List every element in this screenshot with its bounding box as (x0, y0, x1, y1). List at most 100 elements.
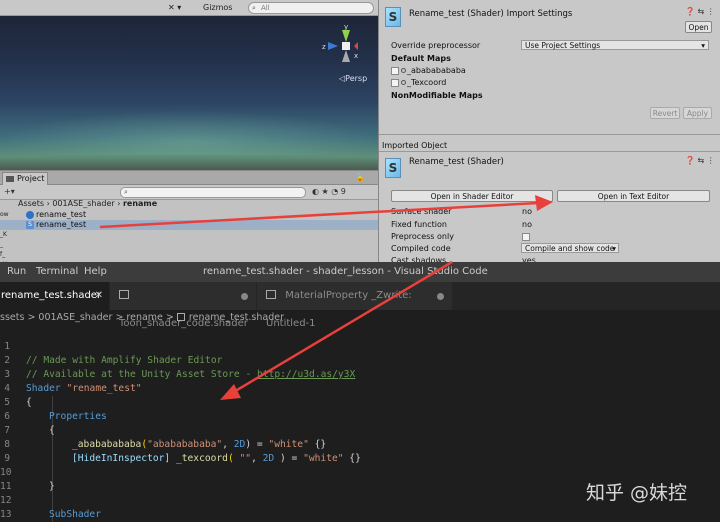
crumb-sep: > (112, 312, 127, 323)
crumb-sep: > (24, 312, 39, 323)
screenshot-root: ✕ ▾ Gizmos ⌕ All y z x ◁Persp Project 🔒 (0, 0, 720, 522)
truncated-text: _K (0, 231, 7, 238)
asset-row-shader[interactable]: S rename_test (0, 220, 378, 230)
tab-toon-shader-code[interactable]: Toon_shader_code.shader (110, 282, 257, 329)
close-icon[interactable]: ✕ (95, 282, 103, 310)
truncated-text: _ (0, 241, 3, 248)
code-line: 4 { (0, 368, 720, 408)
import-settings-title: Rename_test (Shader) Import Settings (409, 9, 573, 19)
vscode-titlebar: Run Terminal Help rename_test.shader - s… (0, 262, 720, 282)
default-map-item[interactable]: _abababababa (391, 66, 466, 75)
shader-asset-icon: S (385, 158, 401, 178)
file-icon (119, 290, 129, 299)
tab-rename-test-shader[interactable]: rename_test.shader ✕ (0, 282, 110, 310)
default-maps-label: Default Maps (391, 54, 451, 63)
circle-icon (401, 80, 406, 85)
breadcrumb-sep: › (46, 199, 50, 208)
nonmodifiable-maps-label: NonModifiable Maps (391, 91, 483, 100)
axis-y-label: y (344, 23, 348, 31)
menu-terminal[interactable]: Terminal (36, 266, 78, 277)
axis-z-label: z (322, 43, 326, 51)
code-line: 6 { (0, 396, 720, 436)
compile-show-code-button[interactable]: Compile and show code ▾ (521, 243, 619, 253)
chevron-down-icon: ▾ (701, 41, 705, 50)
search-icon: ⌕ (252, 4, 256, 12)
tab-project[interactable]: Project (2, 172, 48, 185)
map-slot-icon[interactable] (391, 78, 399, 87)
shader-asset-icon: S (385, 7, 401, 27)
create-plus-icon[interactable]: +▾ (4, 187, 15, 196)
project-panel: Project 🔒 +▾ ⌕ ◐ ★ ◔ 9 Assets › 001ASE_s… (0, 170, 378, 268)
crumb[interactable]: ssets (0, 312, 24, 323)
open-button[interactable]: Open (685, 21, 712, 33)
override-preprocessor-label: Override preprocessor (391, 41, 481, 50)
import-settings-header: S Rename_test (Shader) Import Settings ❓… (379, 0, 720, 36)
unsaved-dot-icon[interactable] (437, 293, 444, 300)
fixed-function-label: Fixed function (391, 220, 447, 229)
map-name: _Texcoord (407, 78, 447, 87)
code-line: 9 (0, 438, 720, 464)
scene-search-input[interactable]: ⌕ All (248, 2, 374, 14)
file-icon (266, 290, 276, 299)
header-menu-icons[interactable]: ❓ ⇆ ⋮ (685, 7, 715, 16)
asset-name: rename_test (36, 220, 87, 229)
code-line: 3 Shader "rename_test" (0, 354, 720, 394)
unsaved-dot-icon[interactable] (241, 293, 248, 300)
fixed-function-value: no (522, 220, 532, 229)
project-toolbar: +▾ ⌕ ◐ ★ ◔ 9 (0, 185, 378, 200)
default-map-item[interactable]: _Texcoord (391, 78, 446, 87)
section-divider (379, 134, 720, 135)
project-tab-label: Project (17, 174, 45, 183)
menu-run[interactable]: Run (7, 266, 26, 277)
scene-search-placeholder: All (261, 4, 270, 12)
breadcrumb: Assets › 001ASE_shader › rename (18, 199, 157, 208)
map-slot-icon[interactable] (391, 66, 399, 75)
asset-row-material[interactable]: rename_test (0, 210, 378, 220)
compiled-code-label: Compiled code (391, 244, 451, 253)
scene-gizmo-icon[interactable]: y z x (318, 22, 360, 72)
project-search-input[interactable]: ⌕ (120, 187, 306, 198)
crumb[interactable]: rename_test.shader (189, 312, 284, 323)
unity-scene-view[interactable]: ✕ ▾ Gizmos ⌕ All y z x ◁Persp (0, 0, 378, 170)
open-in-text-editor-button[interactable]: Open in Text Editor (557, 190, 710, 202)
surface-shader-value: no (522, 207, 532, 216)
imported-object-header: S Rename_test (Shader) ❓ ⇆ ⋮ (379, 151, 720, 185)
open-in-shader-editor-button[interactable]: Open in Shader Editor (391, 190, 553, 202)
crumb[interactable]: 001ASE_shader (38, 312, 112, 323)
lock-icon[interactable]: 🔒 (355, 173, 365, 182)
code-line: 1 // Made with Amplify Shader Editor (0, 326, 720, 366)
override-preprocessor-dropdown[interactable]: Use Project Settings ▾ (521, 40, 709, 50)
persp-label[interactable]: ◁Persp (339, 74, 367, 83)
horizon-glow (0, 110, 378, 155)
file-icon (176, 313, 185, 321)
code-line: 2 // Available at the Unity Asset Store … (0, 340, 720, 380)
project-filter-icons[interactable]: ◐ ★ ◔ 9 (312, 187, 346, 196)
preprocess-only-label: Preprocess only (391, 232, 454, 241)
circle-icon (401, 68, 406, 73)
code-line: 7 _abababababa("abababababa", 2D) = "whi… (0, 410, 720, 450)
chevron-down-icon: ▾ (612, 244, 616, 253)
inspector-panel: S Rename_test (Shader) Import Settings ❓… (378, 0, 720, 265)
revert-button[interactable]: Revert (650, 107, 680, 119)
breadcrumb-current[interactable]: rename (123, 199, 157, 208)
code-line: 10 } (0, 452, 720, 492)
apply-button[interactable]: Apply (683, 107, 712, 119)
breadcrumb-assets[interactable]: Assets (18, 199, 44, 208)
menu-help[interactable]: Help (84, 266, 107, 277)
editor-tabs: rename_test.shader ✕ Toon_shader_code.sh… (0, 282, 720, 329)
tab-material-property[interactable]: MaterialProperty _Zwrite: Untitled-1 (257, 282, 453, 329)
header-menu-icons[interactable]: ❓ ⇆ ⋮ (685, 156, 715, 165)
gizmos-dropdown[interactable]: Gizmos (203, 3, 232, 12)
crumb-sep: > (162, 312, 177, 323)
imported-object-title: Rename_test (Shader) (409, 157, 504, 167)
tools-icon[interactable]: ✕ ▾ (168, 3, 181, 12)
breadcrumb-sep: › (117, 199, 121, 208)
breadcrumb-folder[interactable]: 001ASE_shader (52, 199, 114, 208)
dropdown-value: Compile and show code (525, 244, 615, 253)
crumb[interactable]: rename (126, 312, 162, 323)
preprocess-only-checkbox[interactable] (522, 233, 530, 241)
asset-name: rename_test (36, 210, 87, 219)
scene-toolbar: ✕ ▾ Gizmos ⌕ All (0, 0, 378, 16)
code-text: SubShader (49, 509, 101, 520)
code-line: 8 [HideInInspector] _texcoord( "", 2D ) … (0, 424, 720, 464)
